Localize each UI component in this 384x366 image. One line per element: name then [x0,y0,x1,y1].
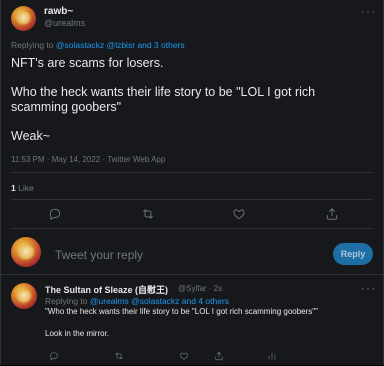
replying-mentions[interactable]: @urealms @solastackz [90,296,180,306]
replying-others[interactable]: and 3 others [135,40,184,50]
divider [11,172,373,173]
replying-mentions[interactable]: @solastackz @lzbisr [56,40,135,50]
more-horizontal-icon[interactable]: ··· [361,281,376,295]
tweet-thread: rawb~ @urealms ··· Replying to @solastac… [0,0,384,365]
reply-text-line: "Who the heck wants their life story to … [45,307,318,316]
heart-icon[interactable] [232,207,246,221]
divider [1,274,383,275]
replying-to: Replying to @solastackz @lzbisr and 3 ot… [11,40,185,50]
replying-to: Replying to @urealms @solastackz and 4 o… [45,296,229,306]
more-horizontal-icon[interactable]: ··· [361,4,376,18]
replying-others[interactable]: and 4 others [179,296,229,306]
tweet-meta[interactable]: 11:53 PM · May 14, 2022 · Twitter Web Ap… [11,155,165,164]
reply-icon[interactable] [48,207,62,221]
like-count[interactable]: 1 Like [11,183,34,193]
tweet-text-line: scamming goobers" [11,100,122,114]
reply-button[interactable]: Reply [333,243,373,265]
like-count-label: Like [18,183,34,193]
tweet-text-line: Who the heck wants their life story to b… [11,85,316,99]
author-handle[interactable]: @urealms [44,18,85,28]
analytics-icon[interactable] [267,348,277,360]
share-icon[interactable] [214,348,224,361]
avatar [11,237,41,267]
author-name[interactable]: rawb~ [44,6,73,17]
like-count-value: 1 [11,183,16,193]
reply-icon[interactable] [49,348,59,361]
reply-text-line: Look in the mirror. [45,329,110,338]
avatar[interactable] [11,283,37,309]
heart-icon[interactable] [179,348,189,360]
retweet-icon[interactable] [141,207,155,221]
replying-prefix: Replying to [11,40,56,50]
share-icon[interactable] [325,207,339,221]
reply-author-name[interactable]: The Sultan of Sleaze (自慰王) [45,283,168,296]
replying-prefix: Replying to [45,296,90,306]
divider [11,199,373,200]
avatar[interactable] [11,6,36,31]
reply-input[interactable]: Tweet your reply [55,248,143,262]
retweet-icon[interactable] [114,348,124,360]
tweet-text-line: NFT's are scams for losers. [11,56,164,70]
tweet-text-line: Weak~ [11,129,51,143]
divider [11,228,373,229]
reply-author-handle[interactable]: @Sylfar · 2s [178,284,222,293]
